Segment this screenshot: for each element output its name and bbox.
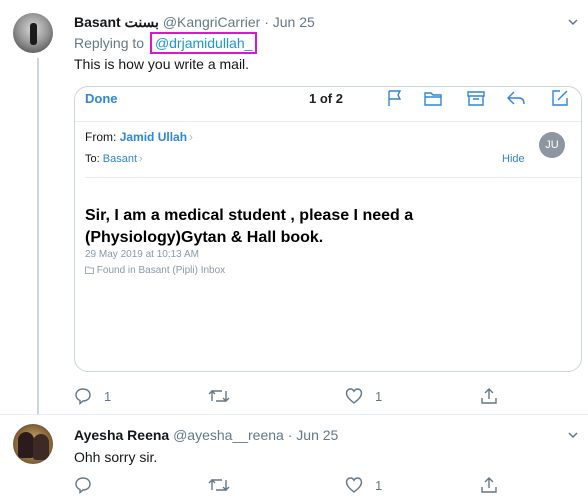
reply-button[interactable] xyxy=(74,476,104,494)
like-count: 1 xyxy=(375,477,383,493)
avatar[interactable] xyxy=(13,424,53,464)
tweet-header: Ayesha Reena @ayesha__reena · Jun 25 xyxy=(74,427,338,443)
reply-icon xyxy=(75,477,91,494)
tweet-text: Ohh sorry sir. xyxy=(74,449,158,465)
user-handle[interactable]: @ayesha__reena xyxy=(173,427,284,443)
tweet-date[interactable]: Jun 25 xyxy=(296,427,338,443)
heart-icon xyxy=(345,477,363,493)
tweet-ayesha[interactable]: Ayesha Reena @ayesha__reena · Jun 25 Ohh… xyxy=(0,0,588,502)
retweet-icon xyxy=(208,479,230,491)
separator: · xyxy=(287,427,293,443)
share-button[interactable] xyxy=(480,476,510,494)
like-button[interactable]: 1 xyxy=(345,476,382,494)
share-icon xyxy=(481,477,497,493)
chevron-down-icon[interactable] xyxy=(568,430,578,440)
display-name[interactable]: Ayesha Reena xyxy=(74,427,169,443)
tweet-actions: 1 xyxy=(74,476,574,498)
retweet-button[interactable] xyxy=(208,476,242,494)
